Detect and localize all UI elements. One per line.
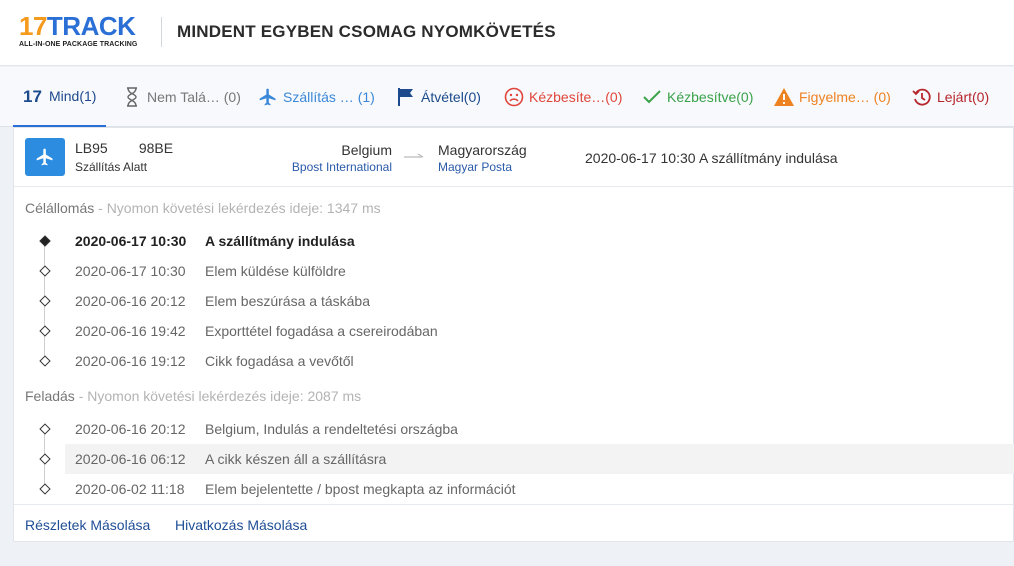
- warning-icon: [773, 86, 795, 108]
- timeline-dot: [39, 355, 51, 367]
- event-description: A cikk készen áll a szállításra: [205, 451, 387, 467]
- timeline-dot: [39, 235, 51, 247]
- timeline-dot: [39, 325, 51, 337]
- event-time: 2020-06-17 10:30: [75, 233, 187, 249]
- tab-delivered[interactable]: Kézbesítve(0): [641, 67, 753, 127]
- event-time: 2020-06-02 11:18: [75, 481, 185, 497]
- timeline-dot: [39, 483, 51, 495]
- status-tabs: 17 Mind(1) Nem Talá… (0) Szállítás … (1)…: [0, 67, 1014, 127]
- event-time: 2020-06-16 20:12: [75, 293, 186, 309]
- tab-pickup-label: Átvétel(0): [421, 89, 481, 105]
- query-time-text: - Nyomon követési lekérdezés ideje: 1347…: [94, 200, 381, 216]
- destination-carrier-link[interactable]: Magyar Posta: [438, 160, 512, 174]
- event-time: 2020-06-16 19:42: [75, 323, 186, 339]
- timeline-event: 2020-06-16 20:12 Elem beszúrása a táskáb…: [39, 286, 1014, 316]
- shipment-card: LB95 98BE Szállítás Alatt Belgium Bpost …: [13, 127, 1014, 542]
- logo-number: 17: [19, 11, 47, 41]
- section-title: Célállomás: [25, 200, 95, 216]
- 17track-logo[interactable]: 17TRACK ALL-IN-ONE PACKAGE TRACKING: [19, 13, 149, 51]
- tab-delivered-label: Kézbesítve(0): [667, 89, 754, 105]
- tab-alert-label: Figyelme… (0): [799, 89, 891, 105]
- page-title: MINDENT EGYBEN CSOMAG NYOMKÖVETÉS: [177, 22, 556, 41]
- tab-expired[interactable]: Lejárt(0): [911, 67, 989, 127]
- timeline-event: 2020-06-17 10:30 Elem küldése külföldre: [39, 256, 1014, 286]
- latest-event-description: A szállítmány indulása: [699, 150, 838, 166]
- destination-country: Magyarország: [438, 142, 527, 158]
- 17-logo-icon: 17: [23, 85, 45, 107]
- airplane-icon: [257, 86, 279, 108]
- tab-not-found-label: Nem Talá… (0): [147, 89, 241, 105]
- header-divider: [161, 17, 162, 47]
- tab-all[interactable]: 17 Mind(1): [13, 67, 107, 127]
- event-time: 2020-06-16 06:12: [75, 451, 186, 467]
- latest-event-time: 2020-06-17 10:30: [585, 150, 696, 166]
- tab-delivery-failed[interactable]: Kézbesíte…(0): [503, 67, 622, 127]
- event-description: Cikk fogadása a vevőtől: [205, 353, 354, 369]
- timeline-event: 2020-06-16 20:12 Belgium, Indulás a rend…: [39, 414, 1014, 444]
- tracking-number[interactable]: LB95 98BE: [75, 140, 173, 156]
- shipment-summary[interactable]: LB95 98BE Szállítás Alatt Belgium Bpost …: [14, 128, 1014, 187]
- logo-word: TRACK: [46, 11, 136, 41]
- tab-alert[interactable]: Figyelme… (0): [773, 67, 891, 127]
- event-time: 2020-06-17 10:30: [75, 263, 186, 279]
- app-header: 17TRACK ALL-IN-ONE PACKAGE TRACKING MIND…: [0, 0, 1014, 66]
- query-time-text: - Nyomon követési lekérdezés ideje: 2087…: [74, 388, 362, 404]
- card-footer: Részletek Másolása Hivatkozás Másolása: [14, 504, 1014, 542]
- origin-carrier-link[interactable]: Bpost International: [292, 160, 392, 174]
- event-time: 2020-06-16 19:12: [75, 353, 186, 369]
- timeline-event: 2020-06-02 11:18 Elem bejelentette / bpo…: [39, 474, 1014, 504]
- tab-all-label: Mind(1): [49, 88, 97, 104]
- event-description: Belgium, Indulás a rendeltetési országba: [205, 421, 458, 437]
- event-description: A szállítmány indulása: [205, 233, 355, 249]
- event-description: Elem beszúrása a táskába: [205, 293, 370, 309]
- timeline-event: 2020-06-16 19:42 Exporttétel fogadása a …: [39, 316, 1014, 346]
- timeline-dot: [39, 295, 51, 307]
- timeline-dot: [39, 423, 51, 435]
- logo-tagline: ALL-IN-ONE PACKAGE TRACKING: [19, 41, 138, 48]
- timeline-dot: [39, 453, 51, 465]
- timeline-event: 2020-06-16 06:12 A cikk készen áll a szá…: [39, 444, 1014, 474]
- section-title: Feladás: [25, 388, 75, 404]
- destination-section-label: Célállomás - Nyomon követési lekérdezés …: [25, 200, 381, 216]
- event-description: Elem küldése külföldre: [205, 263, 346, 279]
- tab-in-transit-label: Szállítás … (1): [283, 89, 375, 105]
- origin-section-label: Feladás - Nyomon követési lekérdezés ide…: [25, 388, 361, 404]
- shipment-status: Szállítás Alatt: [75, 160, 148, 174]
- tab-in-transit[interactable]: Szállítás … (1): [257, 67, 375, 127]
- event-time: 2020-06-16 20:12: [75, 421, 186, 437]
- history-icon: [911, 86, 933, 108]
- svg-text:17: 17: [23, 87, 42, 105]
- tab-expired-label: Lejárt(0): [937, 89, 990, 105]
- in-transit-badge: [25, 138, 65, 176]
- tab-delivery-failed-label: Kézbesíte…(0): [529, 89, 623, 105]
- copy-link-link[interactable]: Hivatkozás Másolása: [175, 517, 307, 533]
- timeline-event: 2020-06-16 19:12 Cikk fogadása a vevőtől: [39, 346, 1014, 376]
- tab-pickup[interactable]: Átvétel(0): [395, 67, 481, 127]
- checkmark-icon: [641, 86, 663, 108]
- timeline-dot: [39, 265, 51, 277]
- event-description: Elem bejelentette / bpost megkapta az in…: [205, 481, 516, 497]
- airplane-icon: [36, 148, 53, 166]
- tab-not-found[interactable]: Nem Talá… (0): [121, 67, 241, 127]
- timeline-event: 2020-06-17 10:30 A szállítmány indulása: [39, 226, 1014, 256]
- sad-face-icon: [503, 86, 525, 108]
- origin-country: Belgium: [341, 142, 392, 158]
- event-description: Exporttétel fogadása a csereirodában: [205, 323, 438, 339]
- flag-icon: [395, 86, 417, 108]
- route-arrow-icon: [404, 153, 424, 158]
- hourglass-icon: [121, 86, 143, 108]
- copy-details-link[interactable]: Részletek Másolása: [25, 517, 150, 533]
